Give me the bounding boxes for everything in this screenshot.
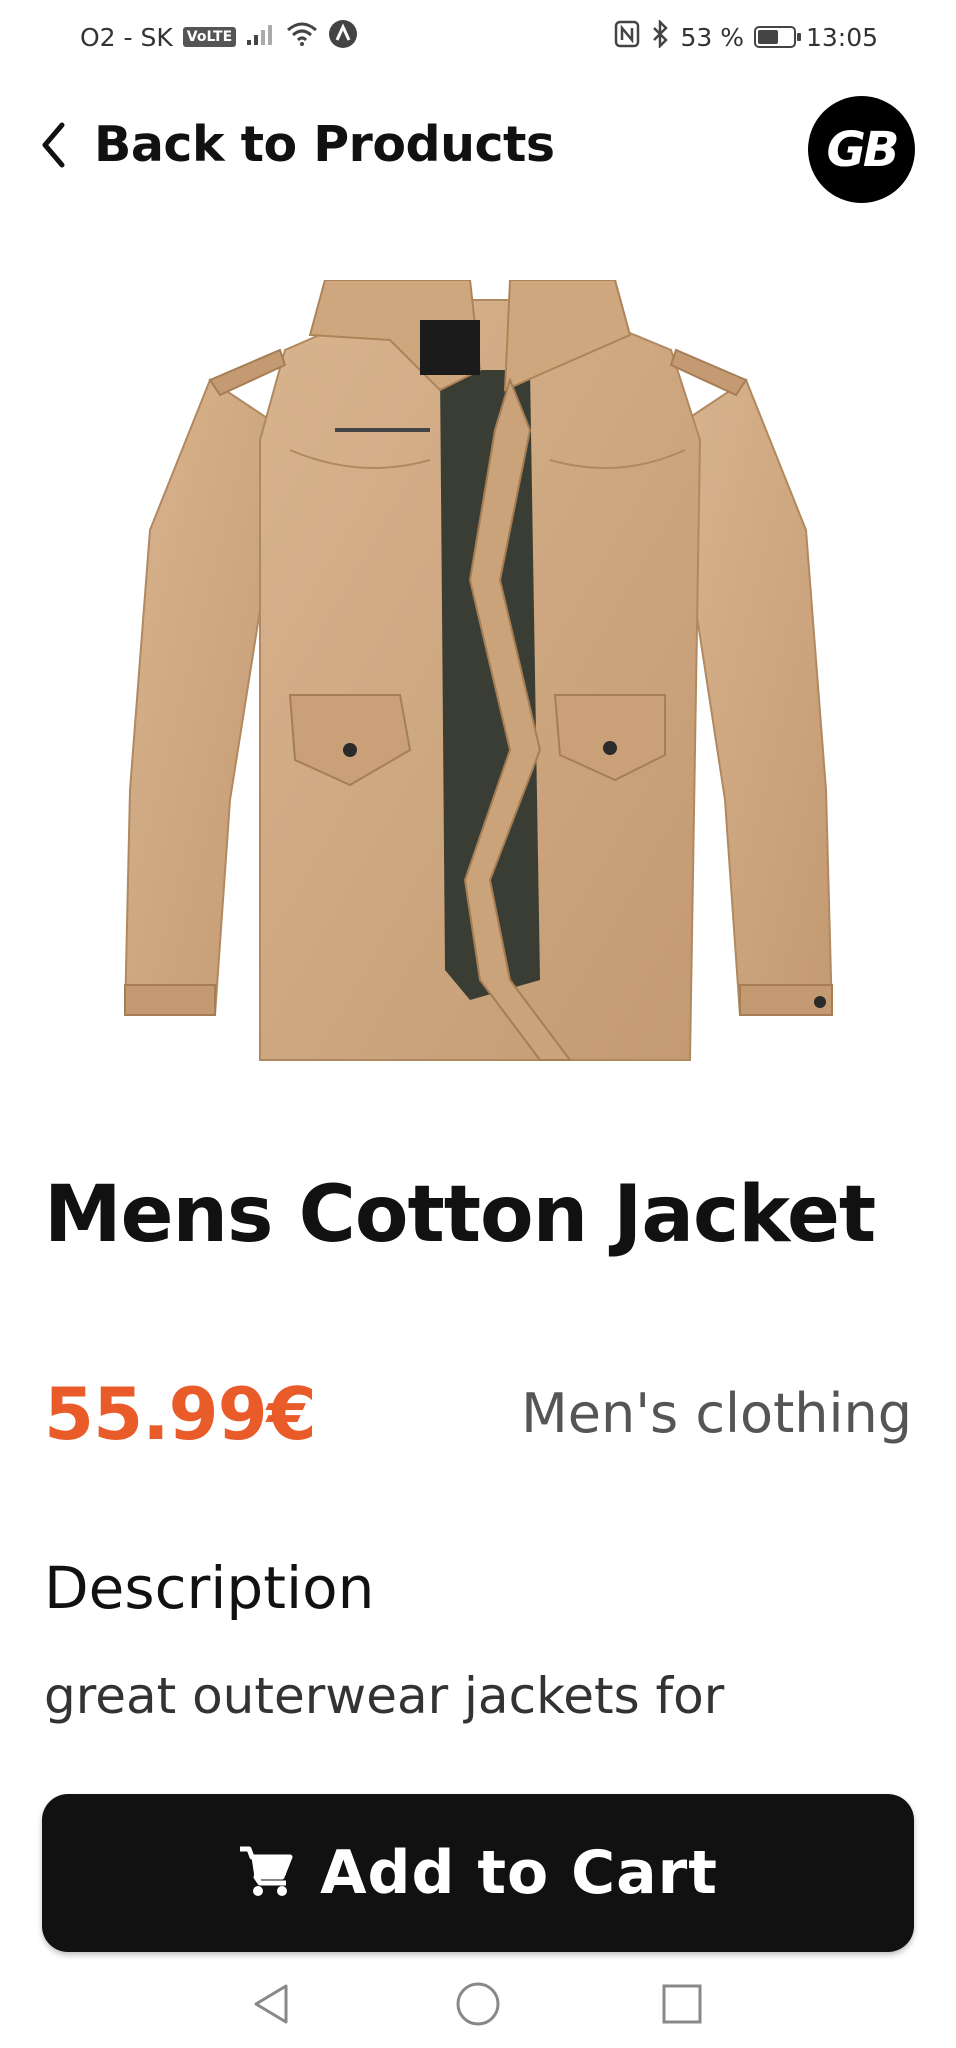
nav-home-icon[interactable] [448,1974,508,2034]
signal-icon [246,22,276,52]
wifi-icon [286,21,318,53]
header: Back to Products GB [0,96,956,206]
product-title: Mens Cotton Jacket [44,1170,876,1260]
add-to-cart-label: Add to Cart [320,1838,718,1908]
system-nav-bar [0,1960,956,2048]
logo-text: GB [826,121,900,178]
add-to-cart-button[interactable]: Add to Cart [42,1794,914,1952]
nav-back-icon[interactable] [242,1974,302,2034]
nav-recents-icon[interactable] [652,1974,712,2034]
description-container: great outerwear jackets for Spring/Autum… [44,1660,914,1740]
battery-level [757,30,779,44]
carrier-label: O2 - SK [80,22,173,52]
chevron-left-icon [40,121,66,169]
product-category: Men's clothing [521,1382,912,1445]
bluetooth-icon [650,18,670,54]
description-text: great outerwear jackets for Spring/Autum… [44,1667,832,1740]
battery-percent: 53 % [680,22,744,52]
status-left: O2 - SK VoLTE [80,20,358,54]
app-notification-icon [328,19,358,55]
brand-logo[interactable]: GB [808,96,915,203]
nfc-icon [614,20,640,54]
status-bar: O2 - SK VoLTE 53 % 13:05 [0,0,956,74]
battery-icon [753,26,801,48]
jacket-image [123,279,834,1061]
back-to-products-button[interactable]: Back to Products [40,116,555,173]
product-image [110,279,846,1080]
volte-badge: VoLTE [182,27,237,47]
status-right: 53 % 13:05 [614,18,878,54]
clock: 13:05 [805,22,878,52]
product-price: 55.99€ [44,1372,317,1456]
back-label: Back to Products [94,116,555,173]
description-heading: Description [44,1554,375,1622]
cart-icon [238,1845,294,1901]
